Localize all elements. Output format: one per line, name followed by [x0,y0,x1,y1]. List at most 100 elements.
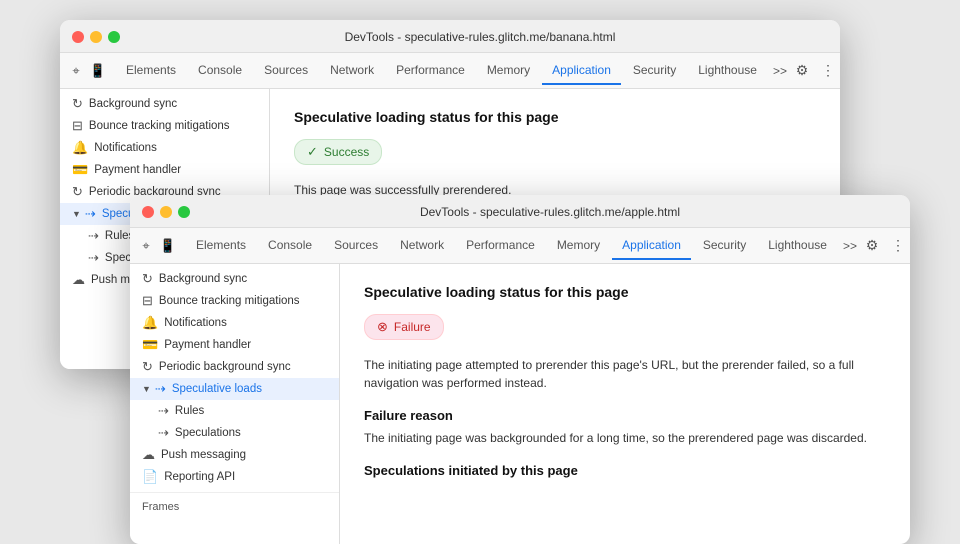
tab-lighthouse-back[interactable]: Lighthouse [688,57,767,85]
push-icon: ☁ [72,272,85,288]
tab-more-back[interactable]: >> [769,58,791,84]
section-title-front: Speculative loading status for this page [364,284,886,300]
tab-sources-back[interactable]: Sources [254,57,318,85]
tab-network-back[interactable]: Network [320,57,384,85]
sync-icon: ↻ [72,96,83,112]
sidebar-label: Reporting API [164,471,235,483]
rules-icon: ⇢ [88,228,99,244]
speculative-icon-front: ⇢ [155,381,166,397]
sidebar-label: Speculative loads [172,383,262,395]
sidebar-label: Periodic background sync [159,361,291,373]
sync-icon-front: ↻ [142,271,153,287]
tab-lighthouse-front[interactable]: Lighthouse [758,232,837,260]
devtools-window-front: DevTools - speculative-rules.glitch.me/a… [130,195,910,544]
sidebar-label: Notifications [94,142,157,154]
window-title-back: DevTools - speculative-rules.glitch.me/b… [132,30,828,44]
status-label-front: Failure [394,320,431,334]
sidebar-label: Payment handler [164,339,251,351]
maximize-button[interactable] [108,31,120,43]
tab-application-front[interactable]: Application [612,232,691,260]
titlebar-front: DevTools - speculative-rules.glitch.me/a… [130,195,910,228]
tab-console-back[interactable]: Console [188,57,252,85]
sidebar-item-notifications-back[interactable]: 🔔 Notifications [60,137,269,159]
device-icon[interactable]: 📱 [90,63,106,79]
rules-icon-front: ⇢ [158,403,169,419]
sidebar-label: Payment handler [94,164,181,176]
sidebar-label: Bounce tracking mitigations [159,295,300,307]
tab-elements-front[interactable]: Elements [186,232,256,260]
payment-icon: 💳 [72,162,88,178]
close-button-front[interactable] [142,206,154,218]
tab-memory-back[interactable]: Memory [477,57,540,85]
sidebar-item-periodic-front[interactable]: ↻ Periodic background sync [130,356,339,378]
sidebar-label: Rules [175,405,204,417]
status-badge-front: ⊗ Failure [364,314,444,340]
bounce-icon-front: ⊟ [142,293,153,309]
sidebar-item-background-sync-back[interactable]: ↻ Background sync [60,93,269,115]
sidebar-item-speculative-front[interactable]: ▼ ⇢ Speculative loads [130,378,339,400]
sidebar-item-reporting-front[interactable]: 📄 Reporting API [130,466,339,488]
window-title-front: DevTools - speculative-rules.glitch.me/a… [202,205,898,219]
minimize-button[interactable] [90,31,102,43]
tab-more-front[interactable]: >> [839,233,861,259]
failure-reason-text: The initiating page was backgrounded for… [364,429,886,447]
periodic-icon: ↻ [72,184,83,200]
sidebar-item-push-front[interactable]: ☁ Push messaging [130,444,339,466]
tab-performance-front[interactable]: Performance [456,232,545,260]
status-label-back: Success [324,145,369,159]
sidebar-item-bounce-back[interactable]: ⊟ Bounce tracking mitigations [60,115,269,137]
notifications-icon-front: 🔔 [142,315,158,331]
toolbar-right-back: ⚙ ⋮ [793,62,837,80]
more-icon-front[interactable]: ⋮ [889,237,907,255]
device-icon-front[interactable]: 📱 [160,238,176,254]
more-icon-back[interactable]: ⋮ [819,62,837,80]
sidebar-item-notifications-front[interactable]: 🔔 Notifications [130,312,339,334]
toolbar-front: ⌖ 📱 Elements Console Sources Network Per… [130,228,910,264]
sidebar-item-rules-front[interactable]: ⇢ Rules [130,400,339,422]
tab-console-front[interactable]: Console [258,232,322,260]
sidebar-item-speculations-front[interactable]: ⇢ Speculations [130,422,339,444]
titlebar-back: DevTools - speculative-rules.glitch.me/b… [60,20,840,53]
tab-performance-back[interactable]: Performance [386,57,475,85]
cursor-icon-front[interactable]: ⌖ [138,238,154,254]
tab-elements-back[interactable]: Elements [116,57,186,85]
maximize-button-front[interactable] [178,206,190,218]
settings-icon-back[interactable]: ⚙ [793,62,811,80]
section-title-back: Speculative loading status for this page [294,109,816,125]
tab-application-back[interactable]: Application [542,57,621,85]
sidebar-label: Background sync [89,98,177,110]
frames-label: Frames [130,492,339,521]
minimize-button-front[interactable] [160,206,172,218]
sidebar-front: ↻ Background sync ⊟ Bounce tracking miti… [130,264,340,544]
toolbar-right-front: ⚙ ⋮ [863,237,907,255]
tab-network-front[interactable]: Network [390,232,454,260]
sidebar-label: Background sync [159,273,247,285]
tab-security-front[interactable]: Security [693,232,756,260]
sidebar-item-payment-back[interactable]: 💳 Payment handler [60,159,269,181]
reporting-icon-front: 📄 [142,469,158,485]
cursor-icon[interactable]: ⌖ [68,63,84,79]
payment-icon-front: 💳 [142,337,158,353]
notifications-icon: 🔔 [72,140,88,156]
sidebar-item-background-sync-front[interactable]: ↻ Background sync [130,268,339,290]
sidebar-label: Speculations [175,427,241,439]
traffic-lights-front [142,206,190,218]
speculative-icon: ⇢ [85,206,96,222]
success-icon: ✓ [307,144,318,160]
traffic-lights-back [72,31,120,43]
sidebar-label: Bounce tracking mitigations [89,120,230,132]
sidebar-item-bounce-front[interactable]: ⊟ Bounce tracking mitigations [130,290,339,312]
failure-icon: ⊗ [377,319,388,335]
failure-reason-title: Failure reason [364,408,886,423]
speculations-title: Speculations initiated by this page [364,463,886,478]
close-button[interactable] [72,31,84,43]
speculations-icon-front: ⇢ [158,425,169,441]
tab-memory-front[interactable]: Memory [547,232,610,260]
settings-icon-front[interactable]: ⚙ [863,237,881,255]
sidebar-item-payment-front[interactable]: 💳 Payment handler [130,334,339,356]
tab-security-back[interactable]: Security [623,57,686,85]
toolbar-icons-back: ⌖ 📱 [68,63,106,79]
push-icon-front: ☁ [142,447,155,463]
main-area-front: ↻ Background sync ⊟ Bounce tracking miti… [130,264,910,544]
tab-sources-front[interactable]: Sources [324,232,388,260]
